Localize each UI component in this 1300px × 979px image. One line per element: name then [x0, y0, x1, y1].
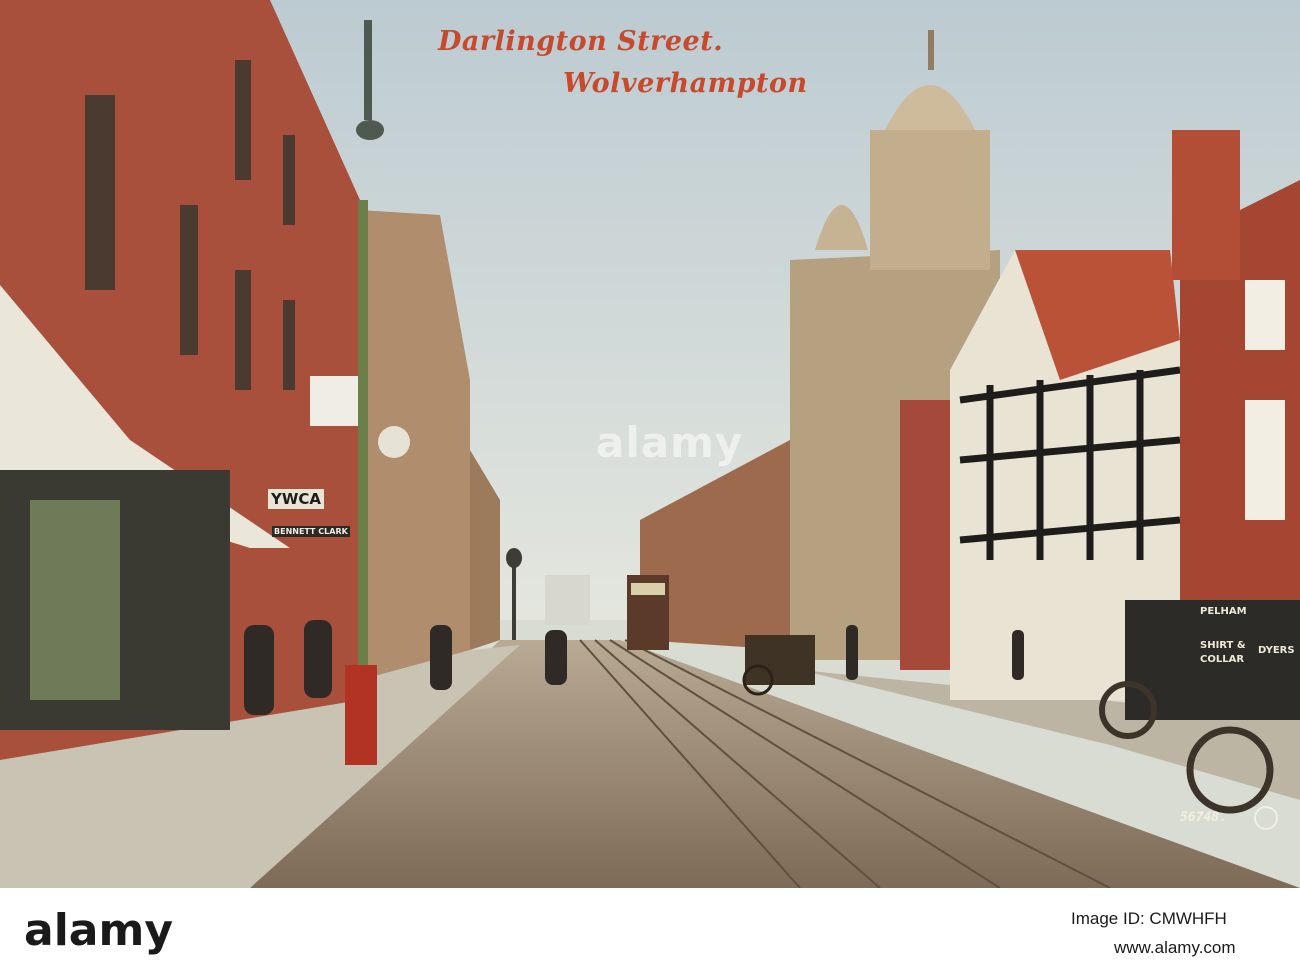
cart-sign-line: SHIRT &	[1200, 640, 1246, 651]
cart-sign-line: COLLAR	[1200, 654, 1245, 665]
street-lamp-icon	[356, 120, 384, 140]
lamp-post	[358, 200, 368, 680]
chimney	[1172, 130, 1240, 280]
red-pillar	[345, 665, 377, 765]
chapel-tower	[870, 130, 990, 270]
horse-cart	[745, 635, 815, 685]
stock-number: 56748.	[1180, 810, 1227, 825]
footer-strip	[0, 888, 1300, 979]
ywca-sign: YWCA	[268, 489, 325, 509]
distant-building	[545, 575, 590, 625]
clock-icon	[378, 426, 410, 458]
site-url: www.alamy.com	[1114, 938, 1236, 957]
watermark: alamy	[596, 418, 744, 467]
hanging-sign	[310, 376, 358, 426]
postcard-title: Darlington Street.	[438, 26, 724, 57]
postcard-image: Darlington Street. Wolverhampton YWCA BE…	[0, 0, 1300, 888]
cart-sign-line: DYERS	[1258, 645, 1295, 656]
image-id: Image ID: CMWHFH	[1071, 909, 1227, 928]
cart-sign-line: PELHAM	[1200, 606, 1247, 617]
shop-sign: BENNETT CLARK	[272, 526, 350, 537]
postcard-subtitle: Wolverhampton	[563, 68, 808, 99]
publisher-mark	[1254, 806, 1278, 830]
alamy-logo: alamy	[24, 905, 173, 956]
